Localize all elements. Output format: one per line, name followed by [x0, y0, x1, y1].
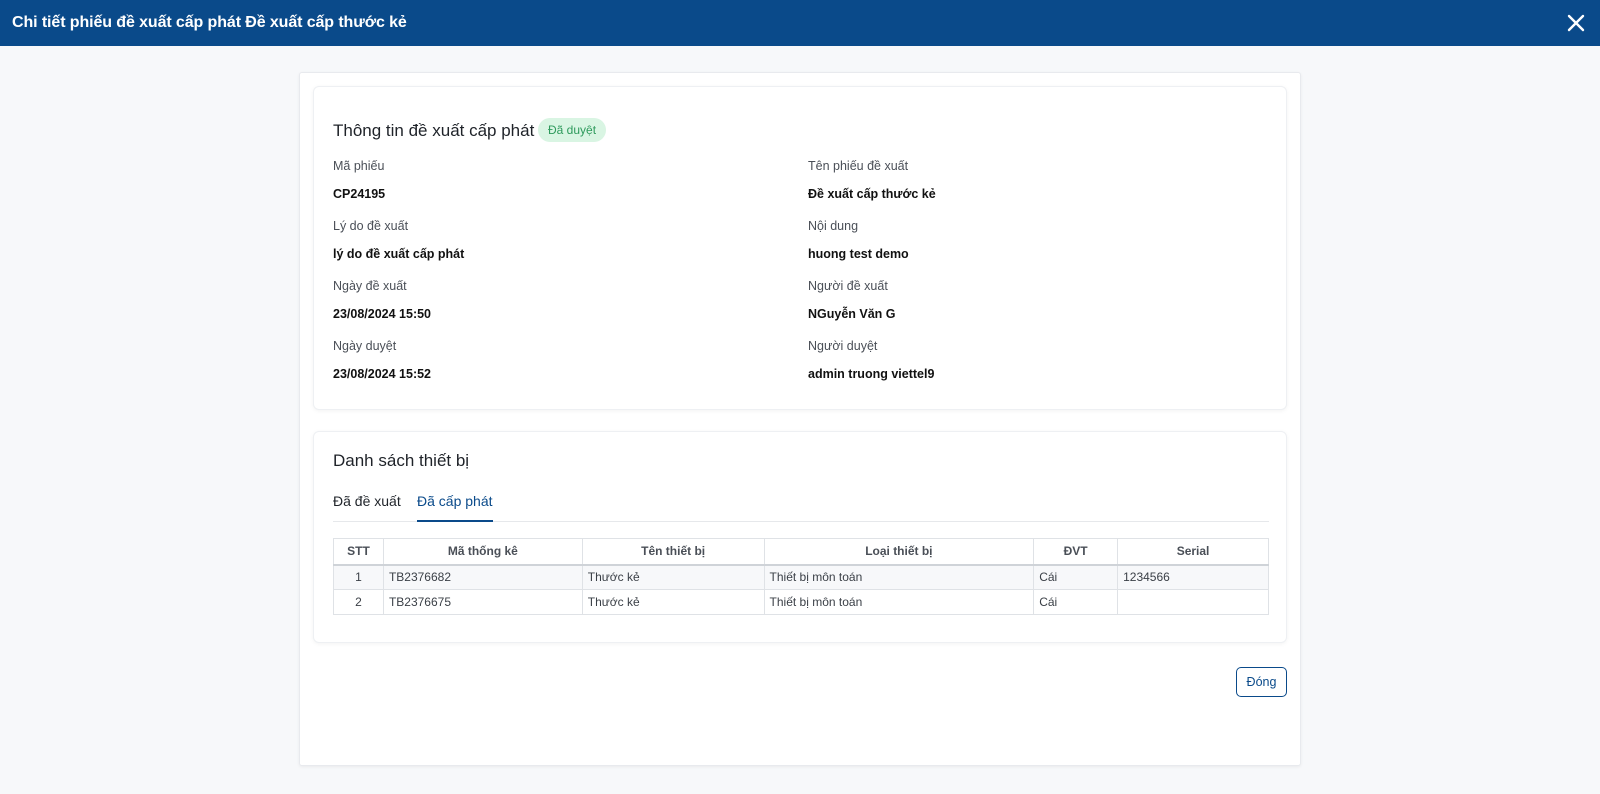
col-header-loai-thiet-bi[interactable]: Loại thiết bị [763, 538, 1035, 566]
ngay-duyet-label: Ngày duyệt [333, 339, 397, 353]
col-header-ten-thiet-bi[interactable]: Tên thiết bị [581, 538, 765, 566]
modal-body: Thông tin đề xuất cấp phát Đã duyệt Mã p… [299, 72, 1301, 766]
ngay-duyet-value: 23/08/2024 15:52 [333, 367, 432, 381]
device-list-title: Danh sách thiết bị [333, 451, 470, 470]
table-row[interactable]: 1 TB2376682 Thước kẻ Thiết bị môn toán C… [333, 564, 1269, 590]
col-header-ma-thong-ke[interactable]: Mã thống kê [382, 538, 583, 566]
ngay-de-xuat-label: Ngày đề xuất [333, 279, 407, 293]
modal-title: Chi tiết phiếu đề xuất cấp phát Đề xuất … [12, 14, 407, 31]
col-header-serial[interactable]: Serial [1117, 538, 1269, 566]
col-header-stt[interactable]: STT [333, 538, 384, 566]
cell-ma-thong-ke: TB2376682 [382, 564, 583, 590]
device-tabs: Đã đề xuất Đã cấp phát [333, 490, 1269, 522]
table-header-row: STT Mã thống kê Tên thiết bị Loại thiết … [333, 538, 1269, 566]
cell-dvt: Cái [1033, 564, 1119, 590]
nguoi-duyet-value: admin truong viettel9 [808, 367, 935, 381]
close-button[interactable]: Đóng [1236, 667, 1287, 697]
cell-loai-thiet-bi: Thiết bị môn toán [763, 564, 1035, 590]
nguoi-de-xuat-label: Người đề xuất [808, 279, 888, 293]
info-section-title: Thông tin đề xuất cấp phát [333, 121, 535, 140]
cell-serial: 1234566 [1117, 564, 1269, 590]
cell-stt: 1 [333, 564, 384, 590]
noi-dung-value: huong test demo [808, 247, 909, 261]
active-tab-indicator [417, 520, 493, 522]
tab-da-de-xuat[interactable]: Đã đề xuất [333, 493, 401, 509]
tab-da-cap-phat[interactable]: Đã cấp phát [417, 493, 493, 509]
modal-header: Chi tiết phiếu đề xuất cấp phát Đề xuất … [0, 0, 1600, 46]
ten-phieu-label: Tên phiếu đề xuất [808, 159, 909, 173]
cell-dvt: Cái [1033, 589, 1119, 615]
cell-ten-thiet-bi: Thước kẻ [581, 564, 765, 590]
cell-loai-thiet-bi: Thiết bị môn toán [763, 589, 1035, 615]
device-list-card: Danh sách thiết bị Đã đề xuất Đã cấp phá… [313, 431, 1287, 643]
ly-do-label: Lý do đề xuất [333, 219, 409, 233]
ly-do-value: lý do đề xuất cấp phát [333, 247, 465, 261]
device-table: STT Mã thống kê Tên thiết bị Loại thiết … [333, 538, 1269, 615]
col-header-dvt[interactable]: ĐVT [1033, 538, 1119, 566]
ten-phieu-value: Đề xuất cấp thước kẻ [808, 187, 936, 201]
cell-ma-thong-ke: TB2376675 [382, 589, 583, 615]
noi-dung-label: Nội dung [808, 219, 859, 233]
close-icon[interactable] [1564, 11, 1588, 35]
cell-serial [1117, 589, 1269, 615]
ma-phieu-value: CP24195 [333, 187, 386, 201]
cell-stt: 2 [333, 589, 384, 615]
cell-ten-thiet-bi: Thước kẻ [581, 589, 765, 615]
nguoi-de-xuat-value: NGuyễn Văn G [808, 307, 896, 321]
info-card: Thông tin đề xuất cấp phát Đã duyệt Mã p… [313, 86, 1287, 410]
status-badge: Đã duyệt [538, 118, 607, 142]
table-row[interactable]: 2 TB2376675 Thước kẻ Thiết bị môn toán C… [333, 589, 1269, 615]
ma-phieu-label: Mã phiếu [333, 159, 385, 173]
nguoi-duyet-label: Người duyệt [808, 339, 878, 353]
ngay-de-xuat-value: 23/08/2024 15:50 [333, 307, 432, 321]
